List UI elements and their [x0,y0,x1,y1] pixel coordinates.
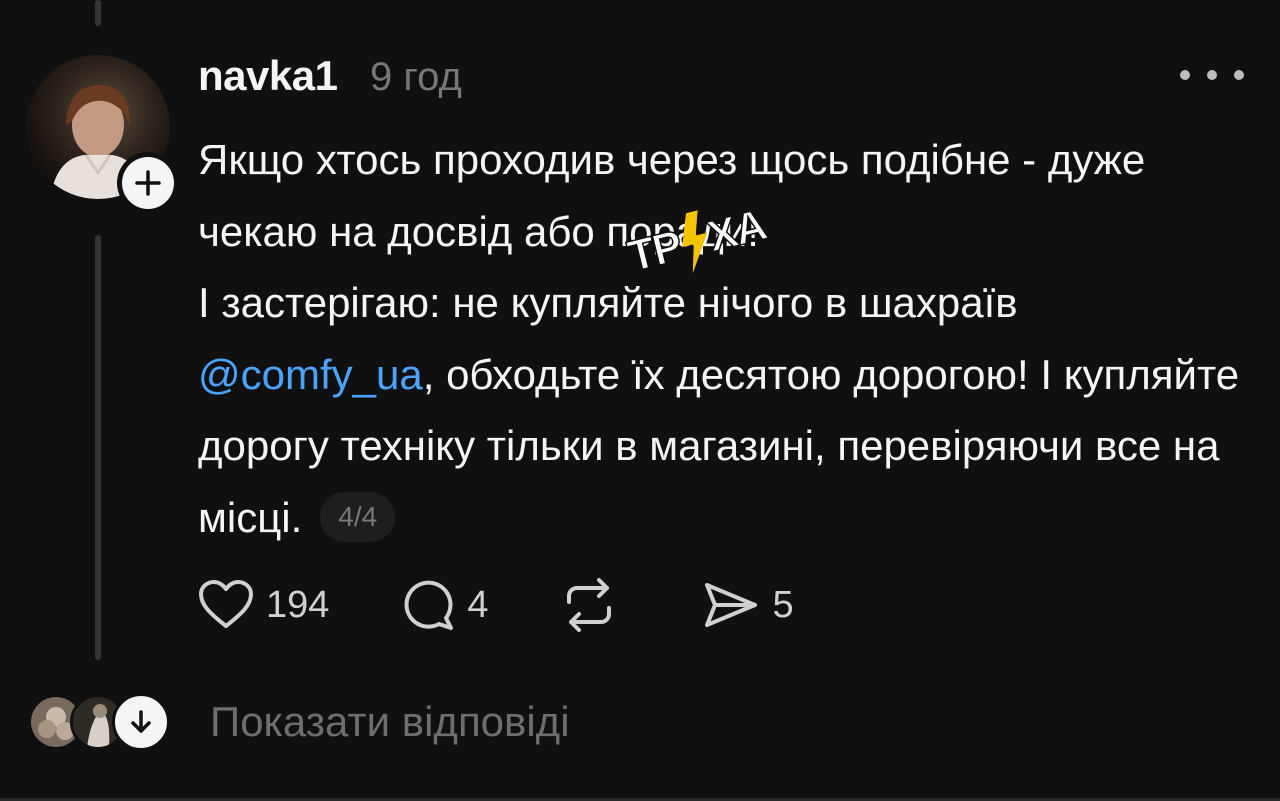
post-text-paragraph-2: І застерігаю: не купляйте нічого в шахра… [198,267,1248,553]
plus-icon [122,157,174,209]
post-timestamp: 9 год [370,55,462,99]
more-options-button[interactable] [1180,60,1244,90]
show-replies-row[interactable]: Показати відповіді [28,692,570,752]
comment-button[interactable]: 4 [399,578,489,632]
share-button[interactable]: 5 [701,579,794,631]
repost-icon [566,578,611,632]
svg-text:ХА: ХА [703,200,771,262]
show-replies-link[interactable]: Показати відповіді [210,698,570,746]
comment-bubble-icon [404,580,454,630]
like-button[interactable]: 194 [198,580,329,630]
post-actions: 194 4 5 [198,575,864,635]
thread-line-top [95,0,101,26]
share-count: 5 [772,583,794,626]
expand-replies-button[interactable] [112,693,170,751]
username[interactable]: navka1 [198,52,338,100]
arrow-down-icon [131,710,151,733]
heart-icon [199,580,253,628]
post-text-segment: І застерігаю: не купляйте нічого в шахра… [198,279,1018,327]
thread-line [95,235,101,660]
follow-button[interactable] [117,152,179,214]
send-icon [704,583,757,627]
like-count: 194 [266,583,330,626]
page-indicator-badge: 4/4 [320,491,396,542]
svg-text:ТР: ТР [623,221,686,281]
mention-link[interactable]: @comfy_ua [198,351,423,398]
repost-button[interactable] [559,578,631,632]
comment-count: 4 [467,583,489,626]
more-horizontal-icon [1180,70,1190,80]
